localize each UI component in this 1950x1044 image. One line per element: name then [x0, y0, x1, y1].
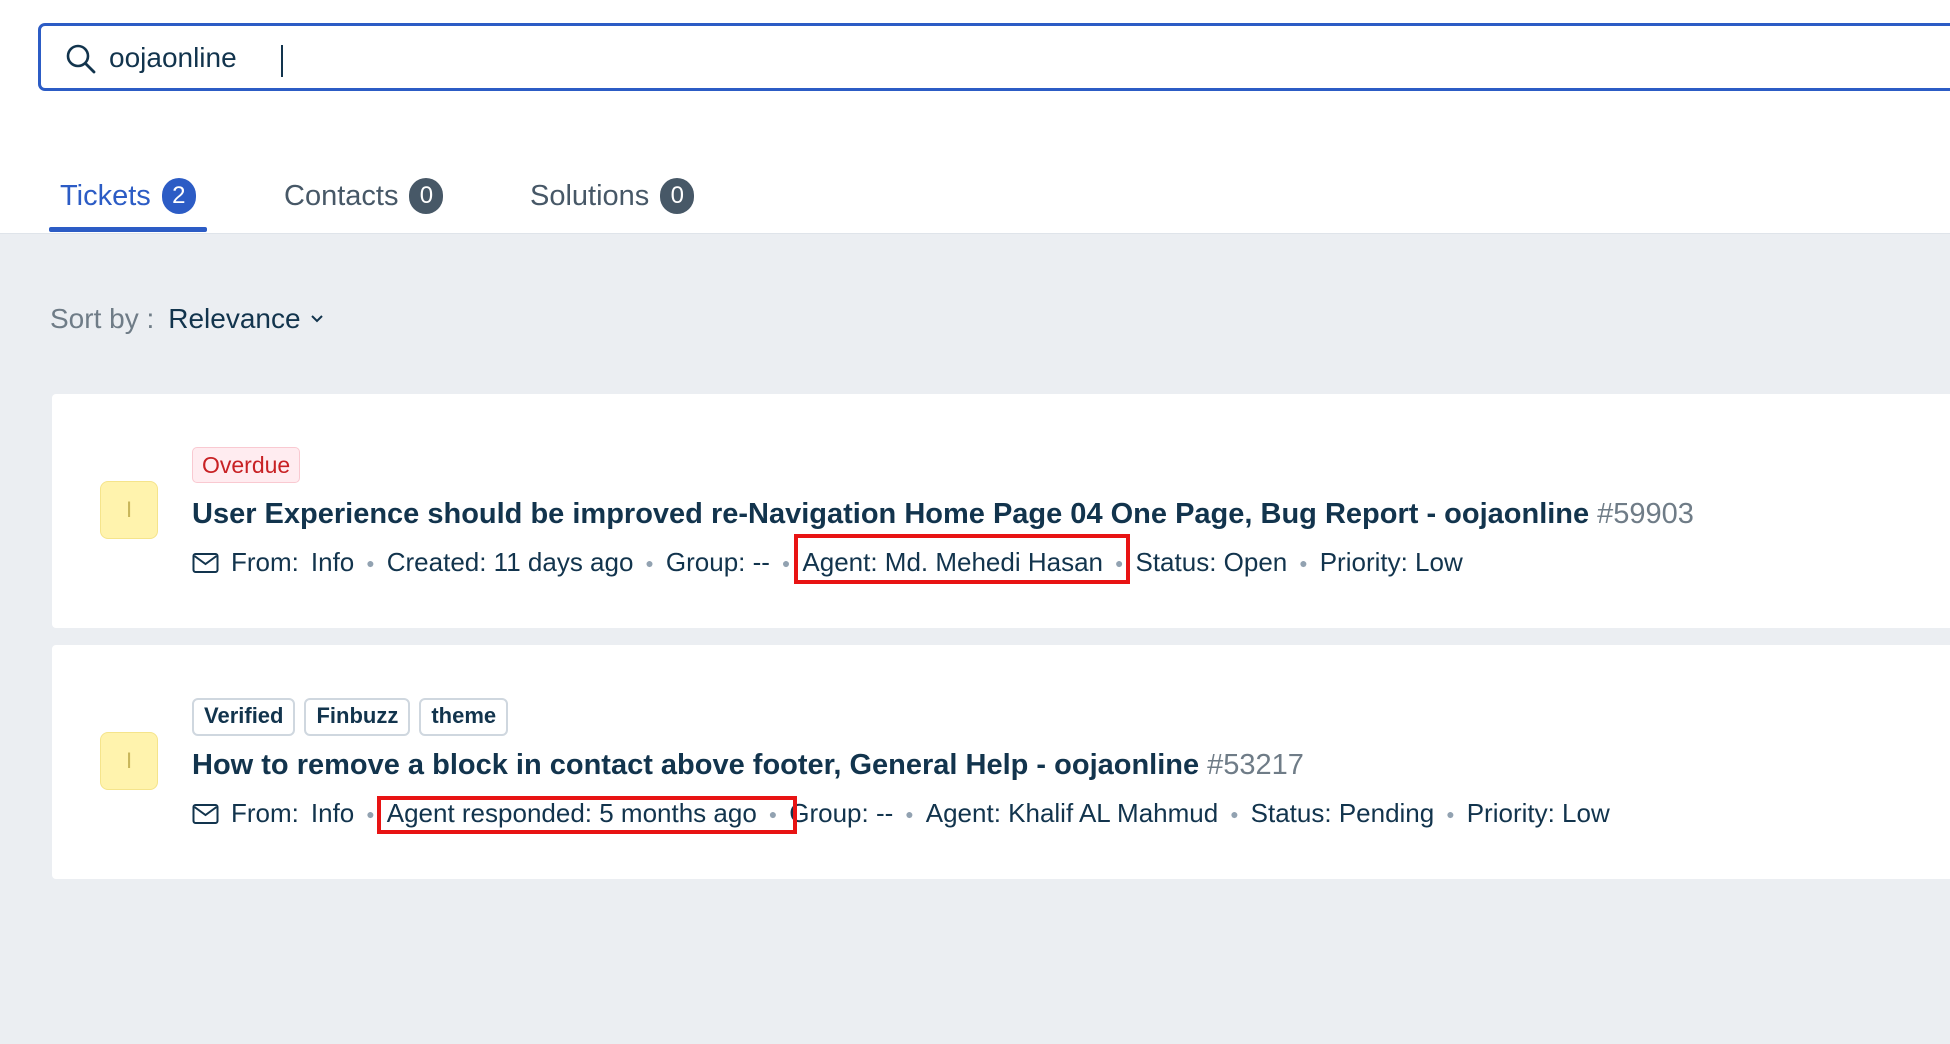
- ticket-id: #59903: [1597, 498, 1694, 530]
- ticket-title[interactable]: User Experience should be improved re-Na…: [192, 498, 1694, 531]
- search-header: Tickets 2 Contacts 0 Solutions 0: [0, 0, 1950, 234]
- tab-count-badge: 0: [409, 178, 444, 214]
- ticket-tags: Verified Finbuzz theme: [192, 698, 509, 736]
- separator-dot: ●: [645, 554, 654, 571]
- tab-tickets[interactable]: Tickets 2: [49, 176, 207, 232]
- search-box[interactable]: [38, 23, 1950, 91]
- agent-field: Agent: Md. Mehedi Hasan: [802, 547, 1104, 577]
- ticket-title[interactable]: How to remove a block in contact above f…: [192, 749, 1304, 782]
- tag-chip: Verified: [192, 698, 296, 736]
- tab-count-badge: 0: [660, 178, 695, 214]
- mail-icon: [192, 552, 219, 573]
- ticket-subject[interactable]: How to remove a block in contact above f…: [192, 749, 1199, 781]
- tab-label: Tickets: [60, 180, 151, 212]
- tab-label: Solutions: [530, 180, 650, 212]
- status-field: Status: Pending: [1250, 798, 1435, 828]
- text-cursor: [281, 45, 283, 77]
- sort-label: Sort by :: [50, 303, 155, 334]
- sort-dropdown[interactable]: Relevance: [168, 303, 300, 335]
- ticket-meta: From: Info ● Agent responded: 5 months a…: [192, 798, 1610, 829]
- priority-field: Priority: Low: [1466, 798, 1610, 828]
- ticket-meta: From: Info ● Created: 11 days ago ● Grou…: [192, 547, 1463, 578]
- from-value: Info: [310, 798, 355, 828]
- chevron-down-icon[interactable]: [309, 311, 325, 327]
- avatar: I: [100, 732, 158, 790]
- group-field: Group: --: [789, 798, 894, 828]
- separator-dot: ●: [366, 805, 375, 822]
- sort-control: Sort by : Relevance: [50, 303, 325, 335]
- tab-contacts[interactable]: Contacts 0: [284, 176, 444, 232]
- separator-dot: ●: [1115, 554, 1124, 571]
- ticket-subject[interactable]: User Experience should be improved re-Na…: [192, 498, 1589, 530]
- ticket-id: #53217: [1207, 749, 1304, 781]
- ticket-card[interactable]: I Overdue User Experience should be impr…: [52, 394, 1950, 628]
- separator-dot: ●: [781, 554, 791, 571]
- from-label: From:: [231, 547, 299, 577]
- separator-dot: ●: [1299, 554, 1308, 571]
- from-label: From:: [231, 798, 299, 828]
- overdue-badge: Overdue: [192, 447, 301, 483]
- group-field: Group: --: [665, 547, 770, 577]
- separator-dot: ●: [768, 805, 778, 822]
- avatar: I: [100, 481, 158, 539]
- separator-dot: ●: [1230, 805, 1239, 822]
- tab-solutions[interactable]: Solutions 0: [530, 176, 695, 232]
- created-time: Created: 11 days ago: [386, 547, 634, 577]
- separator-dot: ●: [905, 805, 914, 822]
- priority-field: Priority: Low: [1319, 547, 1463, 577]
- search-icon: [66, 44, 96, 74]
- tab-label: Contacts: [284, 180, 399, 212]
- from-value: Info: [310, 547, 355, 577]
- ticket-tags: Overdue: [192, 447, 301, 483]
- tab-count-badge: 2: [161, 178, 196, 214]
- status-field: Status: Open: [1135, 547, 1288, 577]
- tag-chip: Finbuzz: [304, 698, 411, 736]
- search-input[interactable]: [109, 34, 1609, 82]
- separator-dot: ●: [366, 554, 375, 571]
- tag-chip: theme: [419, 698, 509, 736]
- mail-icon: [192, 803, 219, 824]
- response-time: Agent responded: 5 months ago: [386, 798, 757, 828]
- separator-dot: ●: [1446, 805, 1455, 822]
- agent-field: Agent: Khalif AL Mahmud: [925, 798, 1219, 828]
- ticket-card[interactable]: I Verified Finbuzz theme How to remove a…: [52, 645, 1950, 879]
